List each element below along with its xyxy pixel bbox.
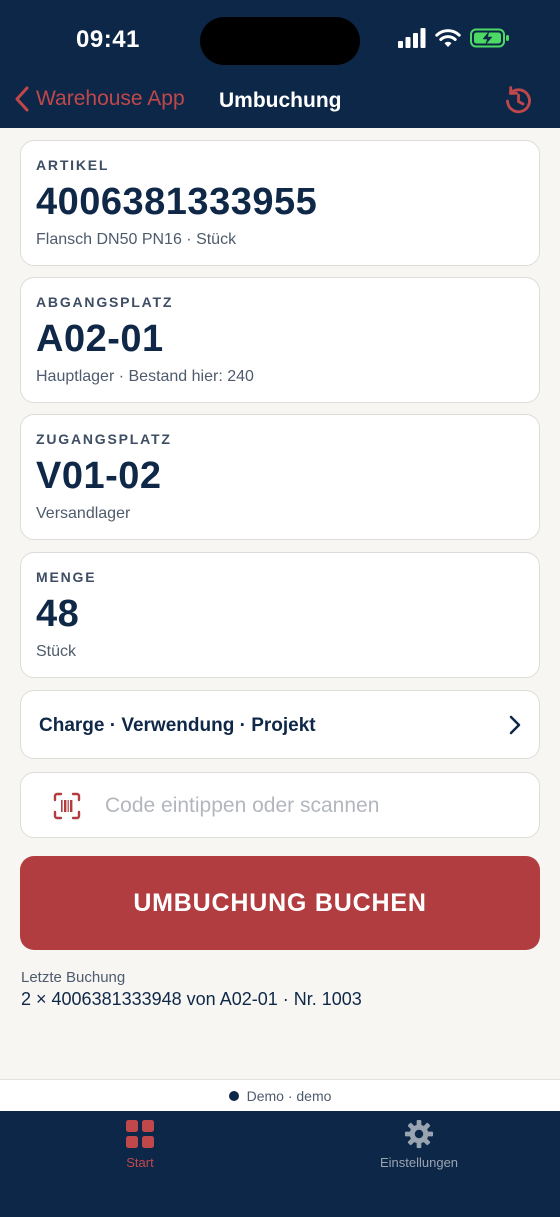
- history-icon: [506, 86, 531, 114]
- back-button-label: Warehouse App: [36, 87, 185, 110]
- chevron-right-icon: [509, 715, 521, 735]
- history-button[interactable]: [501, 84, 535, 123]
- grid-icon: [126, 1120, 154, 1148]
- status-icons: [398, 28, 510, 48]
- code-input[interactable]: [105, 783, 525, 829]
- back-button[interactable]: Warehouse App: [14, 86, 185, 112]
- battery-charging-icon: [470, 28, 509, 48]
- zugangsplatz-label: ZUGANGSPLATZ: [36, 431, 172, 447]
- menge-unit: Stück: [36, 643, 77, 660]
- environment-indicator: Demo · demo: [0, 1079, 560, 1111]
- artikel-label: ARTIKEL: [36, 157, 110, 173]
- tab-einstellungen-label: Einstellungen: [379, 1155, 459, 1170]
- zugangsplatz-value: V01-02: [36, 455, 162, 497]
- details-row-label: Charge · Verwendung · Projekt: [39, 715, 316, 736]
- zugangsplatz-description: Versandlager: [36, 505, 131, 522]
- page-title: Umbuchung: [219, 89, 342, 112]
- artikel-value: 4006381333955: [36, 181, 318, 223]
- artikel-description: Flansch DN50 PN16 · Stück: [36, 231, 237, 248]
- menge-label: MENGE: [36, 569, 97, 585]
- umbuchung-buchen-button[interactable]: UMBUCHUNG BUCHEN: [20, 856, 540, 950]
- abgangsplatz-label: ABGANGSPLATZ: [36, 294, 174, 310]
- status-bar: 09:41: [0, 0, 560, 80]
- navigation-bar: Warehouse App Umbuchung: [0, 80, 560, 128]
- chevron-left-icon: [15, 86, 29, 112]
- scan-field: [20, 772, 540, 838]
- environment-label: Demo · demo: [246, 1087, 332, 1104]
- dynamic-island: [200, 17, 360, 65]
- charge-verwendung-projekt-row[interactable]: Charge · Verwendung · Projekt: [20, 690, 540, 759]
- abgangsplatz-field[interactable]: ABGANGSPLATZ A02-01 Hauptlager · Bestand…: [20, 277, 540, 403]
- status-time: 09:41: [76, 26, 140, 53]
- artikel-field[interactable]: ARTIKEL 4006381333955 Flansch DN50 PN16 …: [20, 140, 540, 266]
- gear-icon: [404, 1119, 434, 1149]
- last-booking-value: 2 × 4006381333948 von A02-01 · Nr. 1003: [21, 989, 362, 1009]
- abgangsplatz-description: Hauptlager · Bestand hier: 240: [36, 368, 254, 385]
- zugangsplatz-field[interactable]: ZUGANGSPLATZ V01-02 Versandlager: [20, 414, 540, 540]
- menge-field[interactable]: MENGE 48 Stück: [20, 552, 540, 678]
- last-booking-label: Letzte Buchung: [21, 969, 126, 986]
- menge-value: 48: [36, 593, 80, 635]
- tab-einstellungen[interactable]: Einstellungen: [349, 1119, 489, 1170]
- tab-start-label: Start: [126, 1155, 154, 1170]
- barcode-scan-icon[interactable]: [53, 792, 81, 820]
- tab-bar: Start Einstellungen: [0, 1111, 560, 1217]
- tab-start[interactable]: Start: [70, 1119, 210, 1170]
- abgangsplatz-value: A02-01: [36, 318, 164, 360]
- wifi-icon: [435, 29, 461, 47]
- signal-icon: [398, 28, 426, 48]
- environment-dot-icon: [228, 1090, 239, 1101]
